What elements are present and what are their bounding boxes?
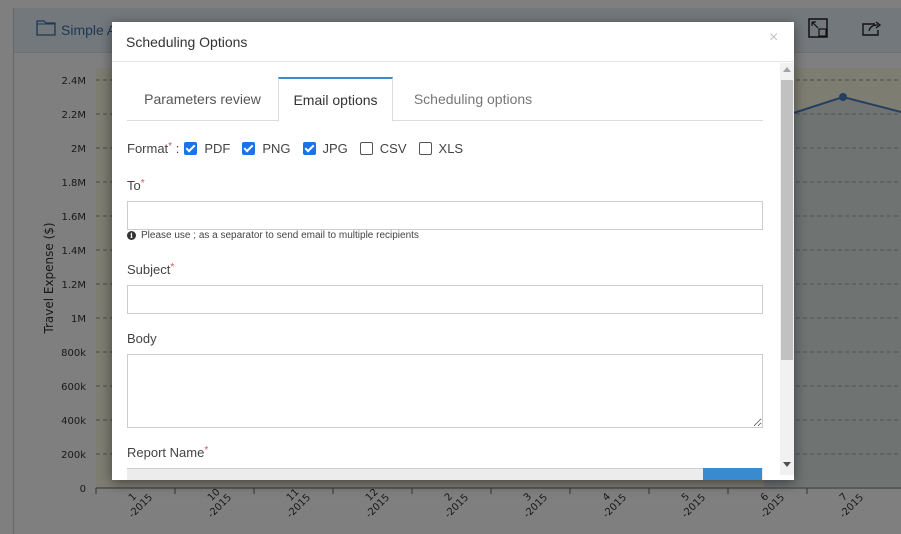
- checkbox-jpg[interactable]: [302, 141, 316, 155]
- report-name-button[interactable]: [703, 468, 762, 480]
- format-label-text: Format: [127, 140, 169, 156]
- format-option-xls[interactable]: XLS: [418, 140, 464, 156]
- checkbox-pdf[interactable]: [184, 141, 198, 155]
- subject-label-text: Subject: [127, 262, 171, 277]
- format-row: Format* : PDF PNG JPG CSV XLS: [127, 138, 475, 158]
- tab-bar: Parameters review Email options Scheduli…: [127, 77, 763, 122]
- modal-body: Parameters review Email options Scheduli…: [112, 63, 780, 480]
- format-option-pdf[interactable]: PDF: [184, 141, 230, 156]
- modal-scrollbar[interactable]: [780, 63, 794, 475]
- checkbox-label: JPG: [322, 140, 348, 156]
- to-label: To*: [127, 178, 145, 193]
- format-option-jpg[interactable]: JPG: [302, 140, 348, 156]
- scheduling-options-modal: Scheduling Options × Parameters review E…: [112, 22, 794, 480]
- body-textarea[interactable]: [127, 354, 763, 428]
- info-icon: i: [127, 231, 136, 240]
- checkbox-label: CSV: [379, 140, 407, 156]
- required-mark: *: [170, 262, 175, 273]
- to-hint-text: Please use ; as a separator to send emai…: [141, 230, 419, 241]
- to-hint: i Please use ; as a separator to send ema…: [127, 230, 419, 241]
- tab-parameters-review[interactable]: Parameters review: [127, 77, 278, 121]
- modal-header: Scheduling Options ×: [112, 22, 794, 62]
- tab-scheduling-options[interactable]: Scheduling options: [393, 77, 553, 121]
- scroll-thumb[interactable]: [781, 80, 793, 360]
- body-label: Body: [127, 331, 157, 346]
- format-option-csv[interactable]: CSV: [359, 140, 407, 156]
- format-option-png[interactable]: PNG: [242, 140, 291, 156]
- scroll-up-arrow-icon[interactable]: [783, 67, 791, 72]
- checkbox-label: PDF: [204, 140, 231, 156]
- checkbox-label: PNG: [262, 140, 291, 156]
- report-name-label: Report Name*: [127, 445, 208, 460]
- subject-input[interactable]: [127, 285, 763, 314]
- required-mark: *: [168, 140, 173, 152]
- report-name-label-text: Report Name: [127, 445, 205, 460]
- checkbox-xls[interactable]: [418, 141, 432, 155]
- modal-title: Scheduling Options: [126, 34, 248, 50]
- to-label-text: To: [127, 178, 141, 193]
- close-icon[interactable]: ×: [769, 29, 778, 47]
- checkbox-csv[interactable]: [359, 141, 373, 155]
- checkbox-label: XLS: [438, 140, 464, 156]
- subject-label: Subject*: [127, 262, 174, 277]
- required-mark: *: [140, 178, 145, 189]
- scroll-down-arrow-icon[interactable]: [783, 462, 791, 467]
- required-mark: *: [204, 445, 209, 456]
- tab-email-options[interactable]: Email options: [278, 77, 393, 122]
- checkbox-png[interactable]: [242, 141, 256, 155]
- format-separator: :: [175, 140, 180, 156]
- format-label: Format* :: [127, 141, 179, 156]
- report-name-input[interactable]: [127, 468, 763, 480]
- to-input[interactable]: [127, 201, 763, 230]
